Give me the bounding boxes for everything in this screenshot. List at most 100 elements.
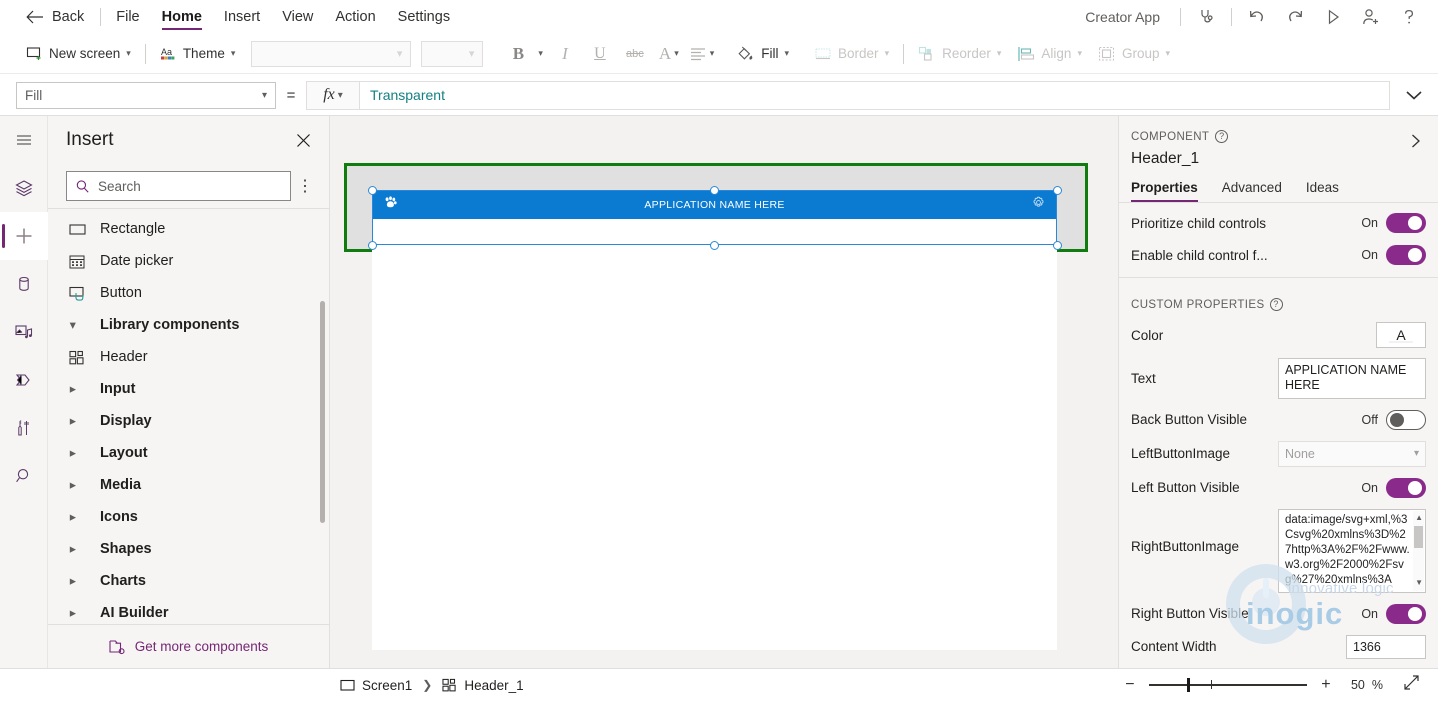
screen-surface[interactable]	[372, 190, 1057, 650]
font-color-button[interactable]: A ▾	[653, 44, 683, 64]
slider-thumb[interactable]	[1186, 678, 1190, 692]
tree-view-icon[interactable]	[0, 164, 48, 212]
insert-group-shapes[interactable]: ▸ Shapes	[48, 533, 329, 565]
fill-button[interactable]: Fill ▾	[728, 39, 797, 69]
italic-button[interactable]: I	[548, 39, 582, 69]
app-checker-icon[interactable]	[1187, 1, 1225, 33]
align-button[interactable]: ▾	[684, 47, 719, 61]
media-icon[interactable]	[0, 308, 48, 356]
left-button-visible-toggle[interactable]	[1386, 477, 1426, 498]
insert-panel-scrollbar[interactable]	[320, 301, 325, 523]
redo-icon[interactable]	[1276, 1, 1314, 33]
app-canvas[interactable]: APPLICATION NAME HERE	[330, 116, 1118, 668]
text-property-input[interactable]: APPLICATION NAME HERE	[1278, 358, 1426, 399]
insert-item-rectangle[interactable]: Rectangle	[48, 213, 329, 245]
strikethrough-button[interactable]: abc	[618, 39, 652, 69]
share-icon[interactable]	[1352, 1, 1390, 33]
insert-item-header[interactable]: Header	[48, 341, 329, 373]
chevron-down-icon: ▾	[261, 89, 267, 101]
chevron-right-icon: ▸	[70, 575, 76, 588]
insert-group-input[interactable]: ▸ Input	[48, 373, 329, 405]
resize-handle-sw[interactable]	[368, 241, 377, 250]
chevron-down-icon[interactable]: ▼	[1415, 578, 1423, 589]
undo-icon[interactable]	[1238, 1, 1276, 33]
menu-item-file[interactable]: File	[105, 0, 150, 34]
font-family-combo[interactable]: ▾	[251, 40, 412, 67]
insert-group-layout[interactable]: ▸ Layout	[48, 437, 329, 469]
help-icon[interactable]: ?	[1269, 298, 1283, 311]
play-preview-icon[interactable]	[1314, 1, 1352, 33]
formula-input[interactable]: Transparent	[360, 80, 1390, 110]
resize-handle-nw[interactable]	[368, 186, 377, 195]
group-button[interactable]: Group ▾	[1090, 39, 1178, 69]
menu-item-insert[interactable]: Insert	[213, 0, 271, 34]
insert-group-media[interactable]: ▸ Media	[48, 469, 329, 501]
chevron-up-icon[interactable]: ▲	[1415, 513, 1423, 524]
back-button[interactable]: Back	[0, 0, 96, 34]
tab-ideas[interactable]: Ideas	[1306, 180, 1351, 202]
zoom-in-button[interactable]: +	[1313, 676, 1339, 694]
search-icon[interactable]	[0, 452, 48, 500]
color-picker-button[interactable]: A	[1376, 322, 1426, 348]
gear-icon[interactable]	[1032, 196, 1045, 214]
resize-handle-ne[interactable]	[1053, 186, 1062, 195]
content-width-input[interactable]: 1366	[1346, 634, 1426, 659]
prioritize-child-controls-toggle[interactable]	[1386, 213, 1426, 233]
property-select[interactable]: Fill ▾	[16, 81, 276, 109]
variables-icon[interactable]	[0, 404, 48, 452]
breadcrumb-screen[interactable]: Screen1	[340, 678, 412, 693]
collapse-panel-button[interactable]	[1408, 130, 1424, 155]
formula-expand-button[interactable]	[1390, 75, 1438, 116]
menu-item-settings[interactable]: Settings	[387, 0, 461, 34]
menu-item-home[interactable]: Home	[151, 0, 213, 34]
button-icon	[68, 284, 86, 302]
more-options-icon[interactable]: ⋮	[291, 172, 319, 200]
close-icon[interactable]	[291, 128, 315, 152]
tab-advanced[interactable]: Advanced	[1222, 180, 1294, 202]
back-button-visible-toggle[interactable]	[1386, 409, 1426, 430]
insert-group-icons[interactable]: ▸ Icons	[48, 501, 329, 533]
right-button-visible-toggle[interactable]	[1386, 603, 1426, 624]
insert-item-list[interactable]: Rectangle Date picker Button ▾ Library c…	[48, 208, 329, 624]
get-more-components-button[interactable]: Get more components	[48, 624, 329, 668]
breadcrumb-component[interactable]: Header_1	[442, 678, 524, 693]
insert-group-library-components[interactable]: ▾ Library components	[48, 309, 329, 341]
resize-handle-se[interactable]	[1053, 241, 1062, 250]
paw-print-icon[interactable]	[384, 195, 397, 214]
data-icon[interactable]	[0, 260, 48, 308]
align-tools-button[interactable]: Align ▾	[1009, 39, 1090, 69]
zoom-slider[interactable]	[1148, 675, 1307, 695]
border-button[interactable]: Border ▾	[807, 39, 897, 69]
left-button-image-select[interactable]: None ▾	[1278, 440, 1426, 467]
help-icon[interactable]	[1390, 1, 1428, 33]
insert-item-button[interactable]: Button	[48, 277, 329, 309]
right-button-image-input[interactable]: data:image/svg+xml,%3Csvg%20xmlns%3D%27h…	[1278, 508, 1426, 593]
tab-properties[interactable]: Properties	[1131, 180, 1210, 202]
theme-button[interactable]: Aa Theme ▾	[152, 39, 244, 69]
scrollbar-thumb[interactable]	[1414, 525, 1423, 548]
insert-group-display[interactable]: ▸ Display	[48, 405, 329, 437]
enable-child-control-focus-toggle[interactable]	[1386, 245, 1426, 265]
resize-handle-n[interactable]	[710, 186, 719, 195]
resize-handle-s[interactable]	[710, 241, 719, 250]
insert-item-date-picker[interactable]: Date picker	[48, 245, 329, 277]
zoom-out-button[interactable]: −	[1117, 676, 1143, 694]
search-input[interactable]: Search	[66, 171, 291, 201]
underline-button[interactable]: U	[583, 39, 617, 69]
menu-divider	[100, 8, 102, 26]
font-size-combo[interactable]: ▾	[421, 40, 484, 67]
fit-to-screen-button[interactable]	[1403, 674, 1420, 696]
fx-button[interactable]: fx ▾	[306, 80, 360, 110]
insert-group-charts[interactable]: ▸ Charts	[48, 565, 329, 597]
bold-button[interactable]: B ▾	[495, 39, 547, 69]
reorder-button[interactable]: Reorder ▾	[910, 39, 1009, 69]
menu-item-view[interactable]: View	[271, 0, 324, 34]
power-automate-icon[interactable]	[0, 356, 48, 404]
insert-plus-icon[interactable]	[0, 212, 48, 260]
help-icon[interactable]: ?	[1215, 130, 1229, 143]
insert-group-ai-builder[interactable]: ▸ AI Builder	[48, 597, 329, 624]
new-screen-button[interactable]: New screen ▾	[18, 39, 139, 69]
hamburger-menu-icon[interactable]	[0, 116, 48, 164]
menu-item-action[interactable]: Action	[324, 0, 386, 34]
new-screen-label: New screen	[49, 46, 121, 61]
